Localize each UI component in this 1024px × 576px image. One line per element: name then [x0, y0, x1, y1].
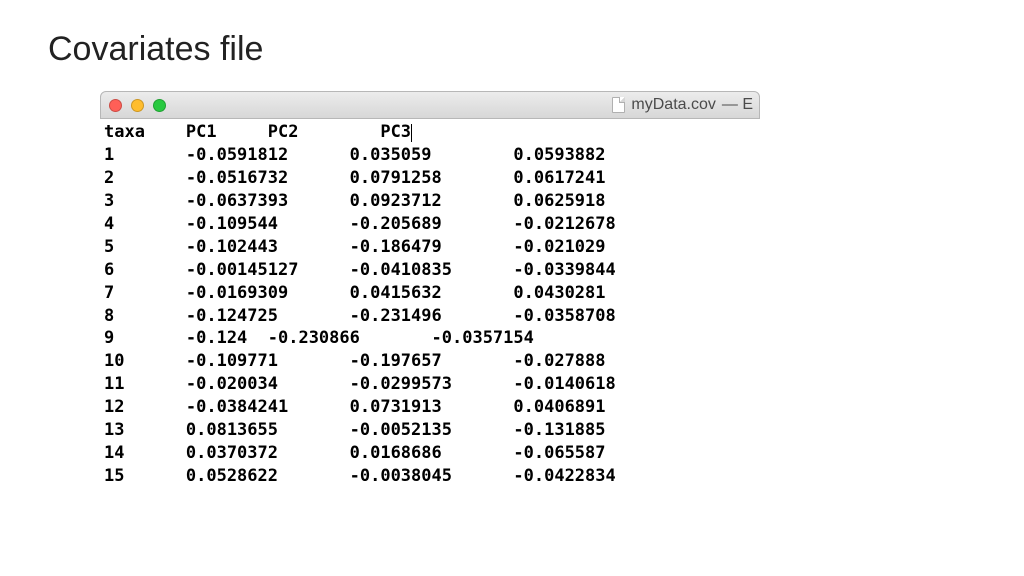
window-title-suffix: — E	[722, 96, 753, 114]
file-header-row: taxa PC1 PC2 PC3	[104, 121, 754, 144]
window-filename: myData.cov	[631, 96, 715, 114]
file-data-row: 10 -0.109771 -0.197657 -0.027888	[104, 350, 754, 373]
file-data-row: 11 -0.020034 -0.0299573 -0.0140618	[104, 373, 754, 396]
file-data-row: 2 -0.0516732 0.0791258 0.0617241	[104, 167, 754, 190]
slide: Covariates file myData.cov — E taxa PC1 …	[0, 0, 1024, 522]
window-title: myData.cov — E	[612, 96, 753, 114]
window-titlebar[interactable]: myData.cov — E	[100, 91, 760, 119]
file-data-row: 3 -0.0637393 0.0923712 0.0625918	[104, 190, 754, 213]
editor-window: myData.cov — E taxa PC1 PC2 PC31 -0.0591…	[100, 91, 760, 492]
file-data-row: 4 -0.109544 -0.205689 -0.0212678	[104, 213, 754, 236]
close-icon[interactable]	[109, 99, 122, 112]
file-data-row: 7 -0.0169309 0.0415632 0.0430281	[104, 282, 754, 305]
text-cursor	[411, 124, 412, 142]
file-content[interactable]: taxa PC1 PC2 PC31 -0.0591812 0.035059 0.…	[100, 119, 760, 492]
slide-title: Covariates file	[48, 30, 976, 69]
file-data-row: 15 0.0528622 -0.0038045 -0.0422834	[104, 465, 754, 488]
file-data-row: 14 0.0370372 0.0168686 -0.065587	[104, 442, 754, 465]
traffic-lights	[109, 99, 166, 112]
file-data-row: 1 -0.0591812 0.035059 0.0593882	[104, 144, 754, 167]
minimize-icon[interactable]	[131, 99, 144, 112]
zoom-icon[interactable]	[153, 99, 166, 112]
file-data-row: 6 -0.00145127 -0.0410835 -0.0339844	[104, 259, 754, 282]
file-data-row: 13 0.0813655 -0.0052135 -0.131885	[104, 419, 754, 442]
file-data-row: 8 -0.124725 -0.231496 -0.0358708	[104, 305, 754, 328]
file-data-row: 12 -0.0384241 0.0731913 0.0406891	[104, 396, 754, 419]
document-icon	[612, 97, 625, 113]
file-data-row: 9 -0.124 -0.230866 -0.0357154	[104, 327, 754, 350]
file-data-row: 5 -0.102443 -0.186479 -0.021029	[104, 236, 754, 259]
